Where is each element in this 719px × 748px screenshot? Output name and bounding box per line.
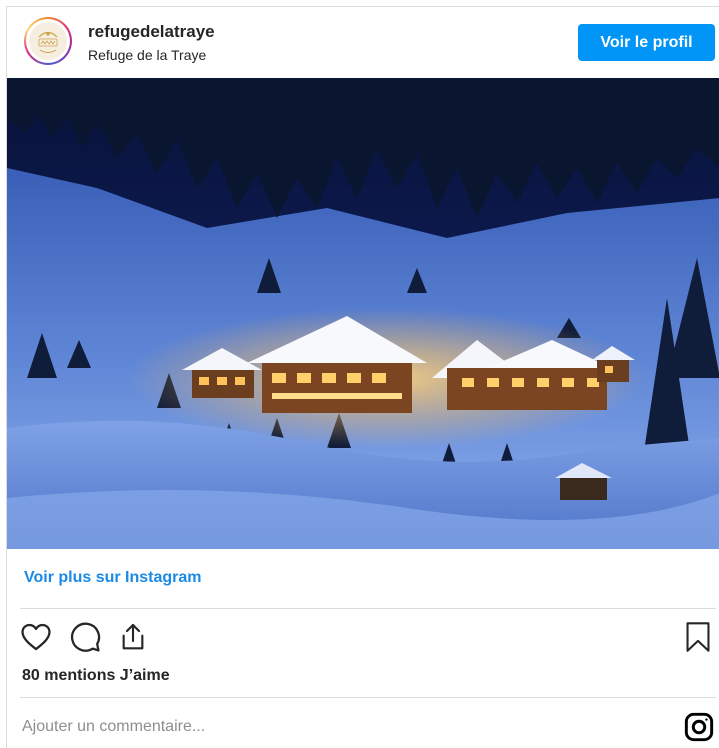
brand-logo-icon [29,22,67,60]
username[interactable]: refugedelatraye [88,22,215,42]
view-more-on-instagram-link[interactable]: Voir plus sur Instagram [24,569,202,587]
share-icon[interactable] [113,617,153,657]
like-count: 80 mentions J’aime [22,667,170,684]
instagram-embed-card: refugedelatraye Refuge de la Traye Voir … [6,6,719,748]
instagram-icon[interactable] [683,711,715,743]
bookmark-icon[interactable] [678,617,718,657]
divider [20,608,716,609]
profile-name: Refuge de la Traye [88,47,207,63]
avatar[interactable] [24,17,72,65]
view-profile-button[interactable]: Voir le profil [578,24,715,61]
divider [20,697,716,698]
heart-icon[interactable] [16,617,56,657]
post-header: refugedelatraye Refuge de la Traye Voir … [7,7,719,78]
action-bar [7,617,719,661]
post-photo[interactable] [7,78,719,549]
comment-input[interactable]: Ajouter un commentaire... [22,718,205,736]
comment-icon[interactable] [65,617,105,657]
